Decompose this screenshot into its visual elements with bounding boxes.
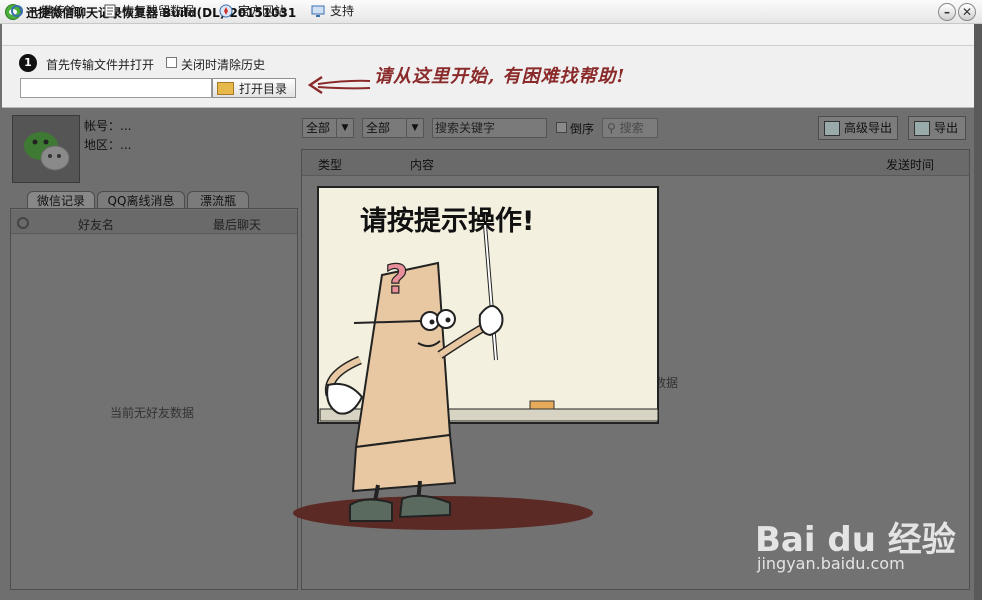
question-mark: ? xyxy=(385,257,408,303)
menu-item-label: 一键传输 xyxy=(29,4,78,18)
board-text: 请按提示操作! xyxy=(360,205,534,237)
search-icon: ⚲ xyxy=(607,121,616,135)
menu-bar xyxy=(2,24,976,46)
image-export-icon xyxy=(824,120,840,136)
message-list-header xyxy=(302,150,969,176)
close-button[interactable]: ✕ xyxy=(958,3,976,21)
column-friend-name[interactable]: 好友名 xyxy=(78,216,114,233)
empty-friend-message: 当前无好友数据 xyxy=(110,406,195,420)
hint-annotation: 请从这里开始, 有困难找帮助! xyxy=(374,66,626,87)
account-label: 帐号：... xyxy=(84,119,132,133)
refresh-icon[interactable] xyxy=(16,216,30,230)
transfer-icon xyxy=(10,4,24,18)
type-filter-dropdown[interactable]: 全部 ▼ xyxy=(302,118,354,138)
wechat-logo-icon xyxy=(24,132,70,171)
column-content[interactable]: 内容 xyxy=(410,156,434,173)
search-button[interactable]: ⚲ 搜索 xyxy=(602,118,658,138)
monitor-icon xyxy=(311,4,325,18)
column-send-time[interactable]: 发送时间 xyxy=(886,156,934,173)
export-button[interactable]: 导出 xyxy=(908,116,966,140)
menu-item-label: 官方网站 xyxy=(238,4,287,18)
open-directory-label: 打开目录 xyxy=(239,81,288,96)
friend-list-panel xyxy=(10,208,298,590)
watermark-url: jingyan.baidu.com xyxy=(757,554,905,573)
avatar xyxy=(12,115,80,183)
menu-item-support[interactable]: 支持 xyxy=(311,3,354,19)
reverse-order-label: 倒序 xyxy=(570,122,595,136)
menu-item-label: 恢复残留数据 xyxy=(122,4,195,18)
directory-path-input[interactable] xyxy=(20,78,212,98)
chevron-down-icon: ▼ xyxy=(336,119,353,137)
reverse-order-checkbox[interactable] xyxy=(556,122,567,133)
close-clear-checkbox[interactable] xyxy=(166,57,177,68)
open-directory-button[interactable]: 打开目录 xyxy=(212,78,296,98)
search-button-label: 搜索 xyxy=(619,121,644,135)
export-icon xyxy=(914,120,930,136)
compass-icon xyxy=(219,4,233,18)
folder-icon xyxy=(217,81,234,95)
type-filter-value: 全部 xyxy=(306,121,331,135)
menu-item-label: 支持 xyxy=(330,4,355,18)
column-type[interactable]: 类型 xyxy=(318,156,342,173)
close-clear-label: 关闭时清除历史 xyxy=(181,58,266,72)
region-label: 地区：... xyxy=(84,138,132,152)
menu-item-official-site[interactable]: 官方网站 xyxy=(219,3,286,19)
column-last-chat[interactable]: 最后聊天 xyxy=(213,216,261,233)
hint-arrow-icon xyxy=(308,75,371,95)
chevron-down-icon: ▼ xyxy=(406,119,423,137)
menu-item-recover-residual[interactable]: 恢复残留数据 xyxy=(103,3,194,19)
guide-illustration: 请按提示操作! ? xyxy=(293,186,659,530)
step-number-badge: 1 xyxy=(19,54,37,72)
keyword-search-input[interactable]: 搜索关键字 xyxy=(432,118,547,138)
minimize-button[interactable]: – xyxy=(938,3,956,21)
advanced-export-label: 高级导出 xyxy=(844,121,893,135)
export-label: 导出 xyxy=(934,121,959,135)
menu-item-one-click-transfer[interactable]: 一键传输 xyxy=(10,3,77,19)
window-frame-right xyxy=(974,24,982,600)
scope-filter-value: 全部 xyxy=(366,121,391,135)
scope-filter-dropdown[interactable]: 全部 ▼ xyxy=(362,118,424,138)
document-icon xyxy=(103,4,117,18)
advanced-export-button[interactable]: 高级导出 xyxy=(818,116,898,140)
step-label: 首先传输文件并打开 xyxy=(46,58,155,72)
